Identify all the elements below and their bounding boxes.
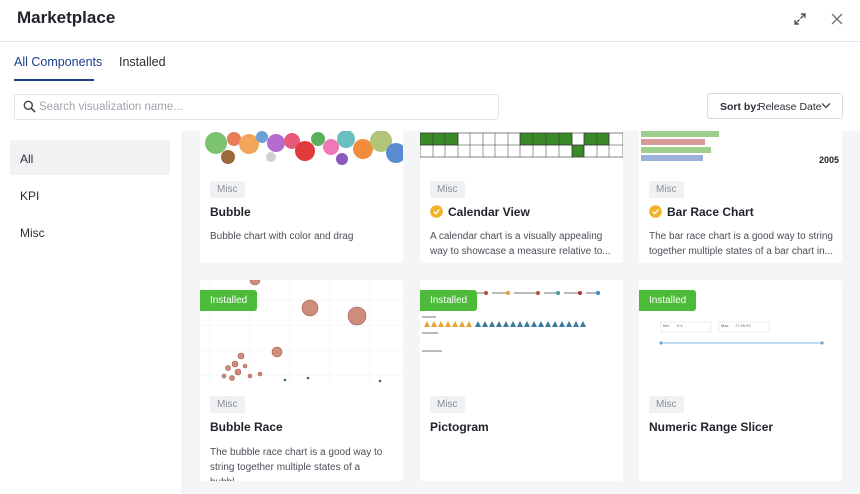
- active-tab-indicator: [14, 79, 94, 81]
- category-tag: Misc: [210, 181, 245, 198]
- card-title: Calendar View: [430, 205, 530, 219]
- card-description: A calendar chart is a visually appealing…: [430, 231, 611, 257]
- preview-year-label: 2005: [819, 155, 840, 165]
- card-bubble-race[interactable]: Installed Misc Bubble Race The bubble ra…: [200, 280, 403, 481]
- search-icon: [23, 100, 36, 113]
- sidebar-item-all[interactable]: All: [10, 140, 170, 175]
- card-title: Numeric Range Slicer: [649, 420, 774, 434]
- tab-installed[interactable]: Installed: [119, 55, 166, 69]
- category-tag: Misc: [430, 396, 465, 413]
- slicer-min-label: Min: [663, 323, 670, 328]
- sidebar-item-misc[interactable]: Misc: [10, 214, 170, 249]
- component-grid: Misc Bubble Bubble chart with color and …: [183, 131, 860, 494]
- card-preview-image: [420, 131, 623, 165]
- slicer-max-value: 77.05.00: [735, 323, 751, 328]
- card-title: Bubble: [210, 205, 251, 219]
- sort-label: Sort by:: [720, 101, 760, 113]
- card-description: The bubble race chart is a good way to s…: [210, 447, 383, 481]
- slicer-max-label: Max: [721, 323, 729, 328]
- installed-badge: Installed: [200, 290, 258, 311]
- chevron-down-icon: [821, 103, 831, 109]
- category-tag: Misc: [649, 396, 684, 413]
- category-tag: Misc: [430, 181, 465, 198]
- card-description: The bar race chart is a good way to stri…: [649, 231, 833, 257]
- installed-badge: Installed: [420, 290, 478, 311]
- installed-badge: Installed: [639, 290, 697, 311]
- sidebar-item-label: Misc: [20, 226, 45, 240]
- card-title: Pictogram: [430, 420, 489, 434]
- card-bar-race-chart[interactable]: 2005 Misc Bar Race Chart The bar race ch…: [639, 131, 842, 263]
- verified-badge-icon: [430, 205, 443, 218]
- category-tag: Misc: [649, 181, 684, 198]
- card-preview-image: [200, 131, 403, 165]
- marketplace-modal: Marketplace All Components Installed Sor…: [0, 0, 860, 494]
- card-title: Bar Race Chart: [649, 205, 754, 219]
- sidebar-item-label: KPI: [20, 189, 40, 203]
- card-calendar-view[interactable]: Misc Calendar View A calendar chart is a…: [420, 131, 623, 263]
- search-box: [14, 94, 499, 120]
- sidebar-item-label: All: [20, 152, 34, 166]
- category-sidebar: All KPI Misc: [0, 131, 183, 494]
- modal-header: Marketplace: [0, 0, 860, 42]
- card-pictogram[interactable]: Installed Misc Pictogram: [420, 280, 623, 481]
- card-description: Bubble chart with color and drag: [210, 231, 354, 242]
- expand-icon[interactable]: [790, 9, 810, 29]
- card-bubble[interactable]: Misc Bubble Bubble chart with color and …: [200, 131, 403, 263]
- category-tag: Misc: [210, 396, 245, 413]
- close-icon[interactable]: [827, 9, 847, 29]
- sort-value: Release Date: [758, 101, 822, 113]
- search-input[interactable]: [39, 98, 489, 116]
- sort-dropdown[interactable]: Sort by: Release Date: [707, 93, 843, 119]
- sidebar-item-kpi[interactable]: KPI: [10, 177, 170, 212]
- card-preview-image: [639, 131, 842, 165]
- tab-bar: All Components Installed: [0, 42, 860, 82]
- slicer-min-value: 0.4: [677, 323, 683, 328]
- card-numeric-range-slicer[interactable]: Min 0.4 Max 77.05.00 Installed Misc Nume…: [639, 280, 842, 481]
- card-title: Bubble Race: [210, 420, 283, 434]
- tab-all-components[interactable]: All Components: [14, 55, 102, 69]
- modal-title: Marketplace: [17, 8, 116, 27]
- verified-badge-icon: [649, 205, 662, 218]
